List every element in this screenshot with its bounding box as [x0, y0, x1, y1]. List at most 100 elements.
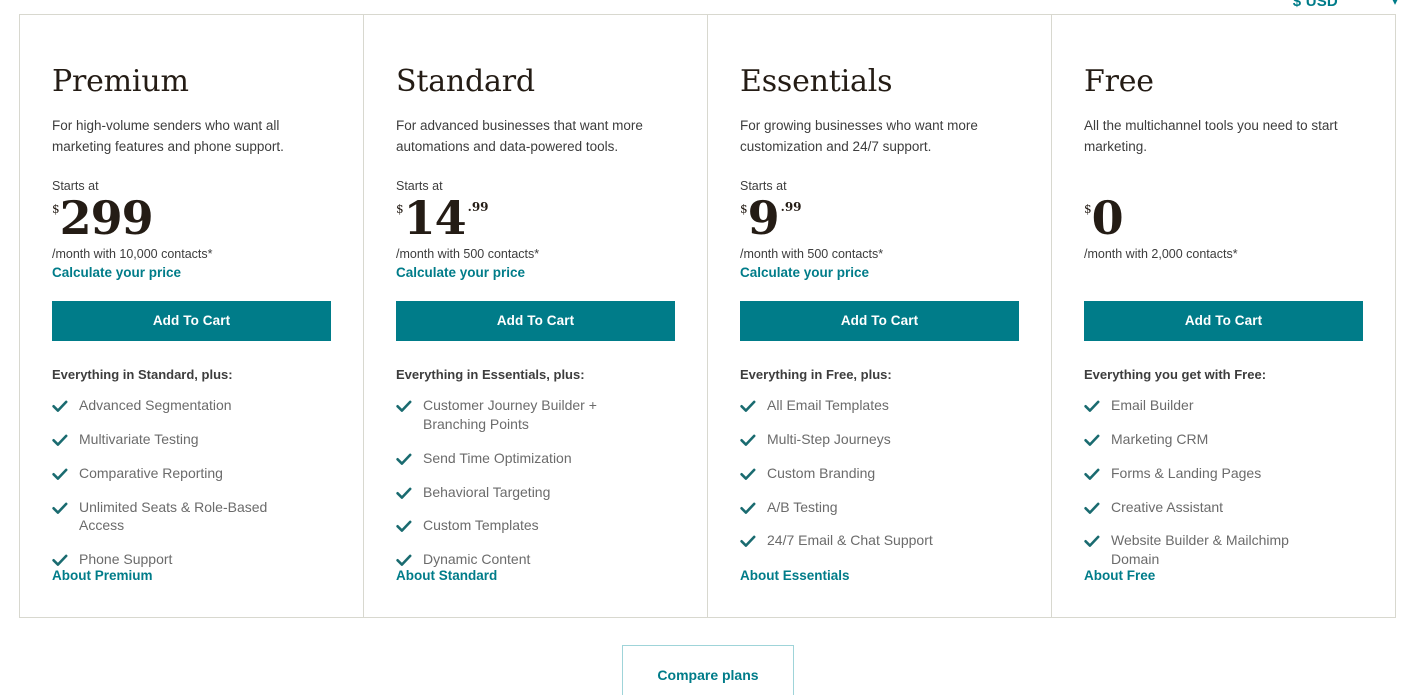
starts-at-label [1084, 180, 1363, 193]
check-icon [396, 487, 412, 500]
feature-label: A/B Testing [767, 498, 838, 515]
feature-item: Email Builder [1084, 396, 1363, 415]
feature-label: Creative Assistant [1111, 498, 1224, 515]
feature-label: Comparative Reporting [79, 464, 223, 481]
price-amount: 9 [747, 190, 780, 245]
price-block: $ 0 [1084, 190, 1363, 245]
check-icon [1084, 468, 1100, 481]
calculate-price-link [1084, 265, 1363, 283]
feature-item: Custom Branding [740, 464, 1019, 483]
feature-item: All Email Templates [740, 396, 1019, 415]
price-note: /month with 500 contacts* [740, 246, 884, 261]
feature-label: Multi-Step Journeys [767, 430, 891, 447]
currency-selector[interactable]: $ USD ▾ [1293, 0, 1398, 11]
price-cents: .99 [780, 199, 802, 214]
feature-label: Customer Journey Builder + Branching Poi… [423, 396, 597, 432]
check-icon [396, 520, 412, 533]
features-list: Customer Journey Builder + Branching Poi… [396, 396, 675, 617]
currency-value: $ USD [1292, 0, 1338, 10]
feature-item: Unlimited Seats & Role-Based Access [52, 498, 331, 536]
check-icon [396, 400, 412, 413]
check-icon [740, 502, 756, 515]
about-link-essentials[interactable]: About Essentials [740, 568, 850, 583]
price-block: $ 14 .99 [396, 195, 675, 245]
add-to-cart-button-standard[interactable]: Add To Cart [396, 300, 675, 341]
about-link-free[interactable]: About Free [1084, 568, 1155, 583]
feature-item: Dynamic Content [396, 550, 675, 569]
check-icon [52, 468, 68, 481]
price-block: $ 299 [52, 190, 331, 245]
calculate-price-link[interactable]: Calculate your price [740, 265, 1019, 283]
check-icon [1084, 502, 1100, 515]
chevron-down-icon: ▾ [1391, 0, 1398, 8]
features-heading: Everything in Standard, plus: [52, 366, 233, 382]
feature-item: Advanced Segmentation [52, 396, 331, 415]
price-amount: 0 [1091, 190, 1124, 245]
check-icon [740, 468, 756, 481]
price-amount: 299 [59, 190, 154, 245]
price-cents: .99 [467, 199, 489, 214]
features-heading: Everything in Essentials, plus: [396, 366, 585, 382]
add-to-cart-button-premium[interactable]: Add To Cart [52, 300, 331, 341]
feature-label: Advanced Segmentation [79, 396, 232, 413]
feature-item: Multivariate Testing [52, 430, 331, 449]
feature-label: Multivariate Testing [79, 430, 199, 447]
feature-label: 24/7 Email & Chat Support [767, 532, 933, 549]
plan-description: For high-volume senders who want all mar… [52, 118, 284, 154]
feature-item: Send Time Optimization [396, 449, 675, 468]
feature-item: A/B Testing [740, 498, 1019, 517]
price-note: /month with 2,000 contacts* [1084, 246, 1238, 261]
price-currency-symbol: $ [52, 201, 60, 216]
price-currency-symbol: $ [740, 201, 748, 216]
calculate-price-link[interactable]: Calculate your price [52, 265, 331, 283]
check-icon [740, 535, 756, 548]
calculate-price-link[interactable]: Calculate your price [396, 265, 675, 283]
feature-item: Comparative Reporting [52, 464, 331, 483]
feature-label: Custom Branding [767, 464, 876, 481]
feature-label: Custom Templates [423, 517, 539, 534]
feature-item: Multi-Step Journeys [740, 430, 1019, 449]
add-to-cart-button-essentials[interactable]: Add To Cart [740, 300, 1019, 341]
check-icon [52, 434, 68, 447]
feature-item: Website Builder & Mailchimp Domain [1084, 531, 1363, 569]
about-link-premium[interactable]: About Premium [52, 568, 153, 583]
price-block: $ 9 .99 [740, 190, 1019, 245]
feature-item: Custom Templates [396, 516, 675, 535]
feature-label: Website Builder & Mailchimp Domain [1111, 532, 1289, 568]
check-icon [740, 434, 756, 447]
feature-label: Dynamic Content [423, 551, 531, 568]
feature-label: Unlimited Seats & Role-Based Access [79, 498, 268, 534]
feature-label: Behavioral Targeting [423, 483, 551, 500]
plan-title: Free [1084, 64, 1154, 99]
plan-card-premium: Premium For high-volume senders who want… [20, 15, 364, 617]
pricing-page: $ USD ▾ Premium For high-volume senders … [0, 0, 1416, 695]
plan-card-free: Free All the multichannel tools you need… [1052, 15, 1395, 617]
price-note: /month with 500 contacts* [396, 246, 540, 261]
check-icon [740, 400, 756, 413]
features-list: Email Builder Marketing CRM Forms & Landin… [1084, 396, 1363, 617]
plan-description: For growing businesses who want more cus… [740, 118, 978, 154]
plan-card-standard: Standard For advanced businesses that wa… [364, 15, 708, 617]
about-link-standard[interactable]: About Standard [396, 568, 497, 583]
feature-item: Forms & Landing Pages [1084, 464, 1363, 483]
feature-label: Send Time Optimization [423, 449, 572, 466]
check-icon [396, 453, 412, 466]
feature-item: Customer Journey Builder + Branching Poi… [396, 396, 675, 434]
check-icon [1084, 434, 1100, 447]
feature-label: All Email Templates [767, 396, 889, 413]
check-icon [52, 502, 68, 515]
feature-label: Email Builder [1111, 396, 1194, 413]
compare-plans-button[interactable]: Compare plans [622, 645, 794, 695]
plan-title: Essentials [740, 64, 893, 99]
check-icon [1084, 400, 1100, 413]
feature-label: Forms & Landing Pages [1111, 464, 1262, 481]
features-heading: Everything you get with Free: [1084, 366, 1267, 382]
feature-item: 24/7 Email & Chat Support [740, 531, 1019, 550]
plan-description: All the multichannel tools you need to s… [1084, 118, 1338, 154]
feature-label: Phone Support [79, 551, 173, 568]
add-to-cart-button-free[interactable]: Add To Cart [1084, 300, 1363, 341]
feature-label: Marketing CRM [1111, 430, 1209, 447]
price-note: /month with 10,000 contacts* [52, 246, 213, 261]
check-icon [52, 554, 68, 567]
features-list: All Email Templates Multi-Step Journeys Cu… [740, 396, 1019, 617]
